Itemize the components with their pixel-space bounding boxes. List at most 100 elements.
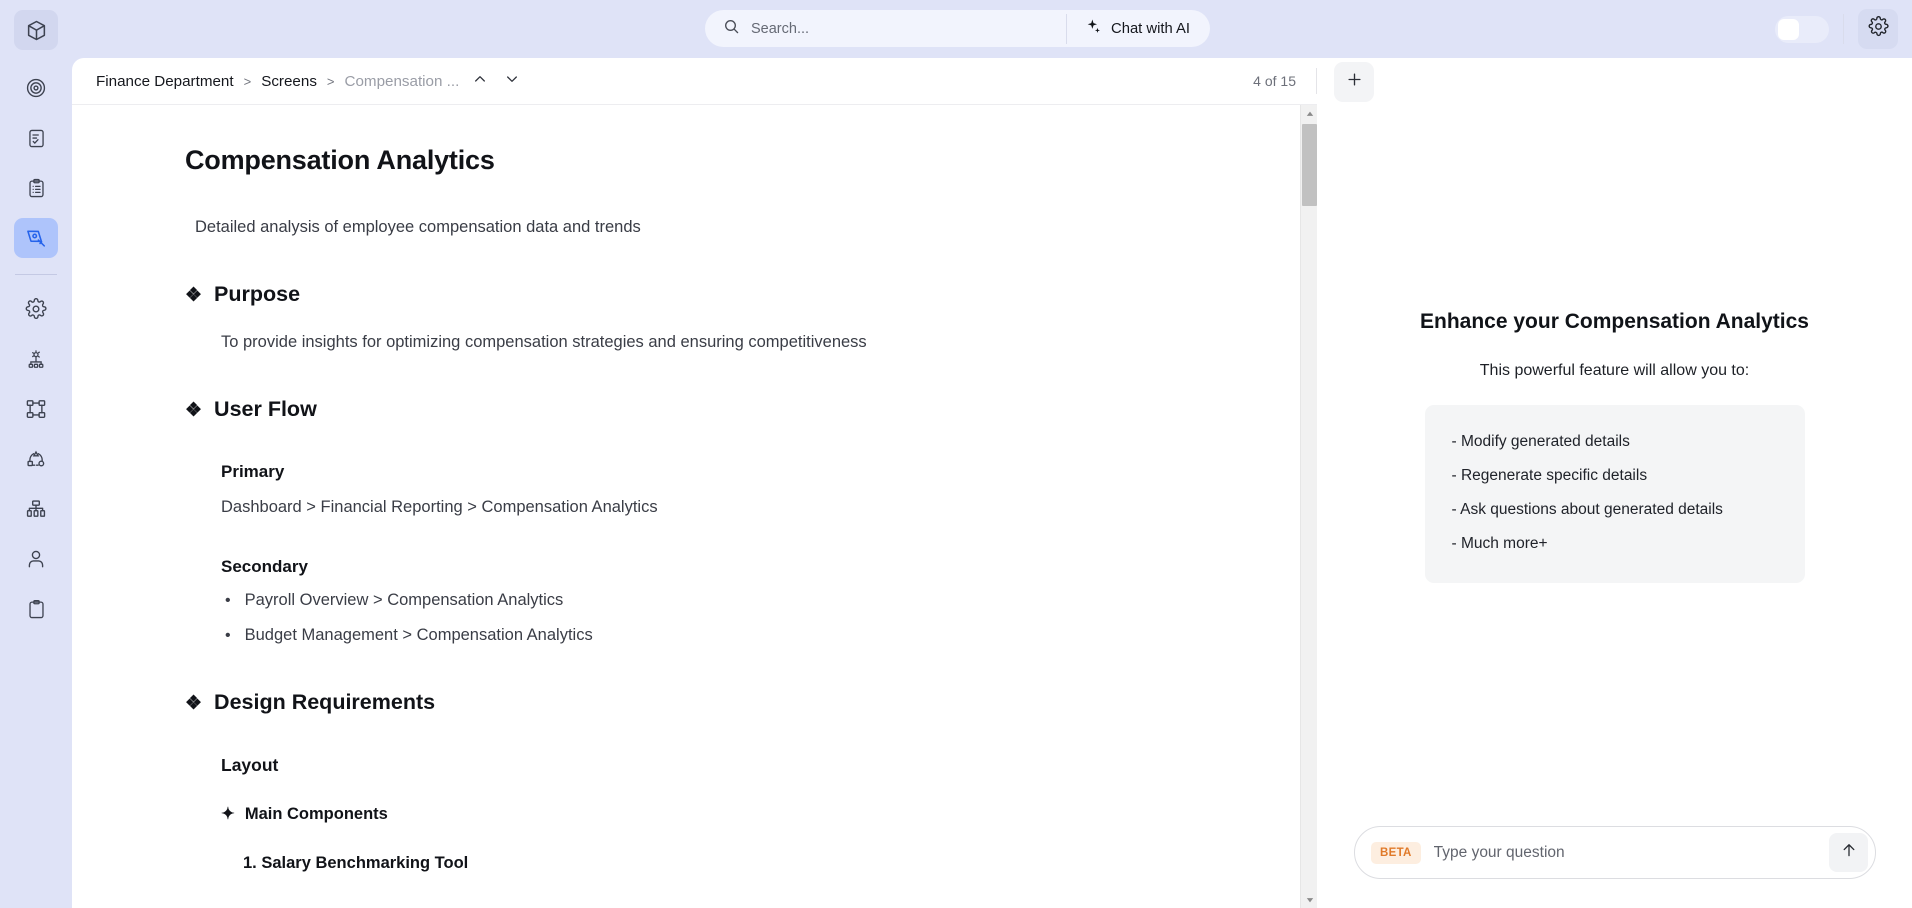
search-box[interactable] [705, 10, 1067, 47]
purpose-body: To provide insights for optimizing compe… [221, 333, 867, 351]
feature-item: - Regenerate specific details [1451, 467, 1648, 484]
sidebar-item-documents[interactable] [14, 118, 58, 158]
left-sidebar [0, 0, 72, 908]
design-main-components-label: Main Components [244, 805, 388, 824]
document-header-right: 4 of 15 [1253, 68, 1317, 94]
section-label: Design Requirements [214, 690, 436, 715]
settings-button[interactable] [1858, 9, 1898, 49]
sidebar-item-target[interactable] [14, 68, 58, 108]
bullet-dot-icon: • [225, 627, 231, 645]
page-subtitle: Detailed analysis of employee compensati… [195, 218, 641, 236]
scrollbar-up-button[interactable] [1301, 105, 1317, 122]
diamond-bullet-icon: ❖ [185, 285, 203, 306]
user-icon [25, 548, 47, 570]
page-counter: 4 of 15 [1253, 73, 1296, 89]
search-icon [723, 18, 740, 40]
feature-item: - Much more+ [1451, 535, 1548, 552]
chat-with-ai-button[interactable]: Chat with AI [1067, 10, 1210, 47]
topbar-right-controls [1775, 0, 1898, 58]
list-item: • Payroll Overview > Compensation Analyt… [225, 591, 1240, 610]
design-component-1: 1. Salary Benchmarking Tool [243, 854, 469, 873]
document-header: Finance Department > Screens > Compensat… [72, 58, 1317, 105]
sidebar-item-journey[interactable] [14, 439, 58, 479]
list-item-label: Payroll Overview > Compensation Analytic… [244, 591, 564, 609]
bullet-dot-icon: • [225, 592, 231, 609]
feature-item: - Modify generated details [1451, 433, 1630, 450]
section-label: Purpose [214, 282, 301, 306]
section-heading-user-flow: ❖ User Flow [185, 397, 1240, 422]
page-title: Compensation Analytics [185, 145, 495, 175]
sidebar-item-sitemap[interactable] [14, 489, 58, 529]
document-body: Compensation Analytics Detailed analysis… [72, 105, 1317, 908]
new-chat-button[interactable] [1334, 61, 1374, 102]
sidebar-divider [15, 274, 57, 275]
list-item-label: Budget Management > Compensation Analyti… [244, 626, 593, 645]
breadcrumb-separator: > [243, 73, 252, 89]
user-flow-primary-label: Primary [221, 462, 285, 481]
next-page-button[interactable] [501, 70, 523, 92]
search-cluster: Chat with AI [705, 10, 1210, 47]
scrollbar-thumb[interactable] [1302, 124, 1317, 206]
arrow-up-icon [1840, 841, 1858, 864]
sidebar-item-automation[interactable] [14, 339, 58, 379]
topbar-divider [1843, 14, 1844, 44]
gear-icon [1868, 16, 1889, 42]
ai-question-composer: BETA [1354, 826, 1876, 879]
theme-toggle[interactable] [1775, 15, 1829, 43]
logo-cube[interactable] [14, 10, 58, 50]
clipboard-list-icon [26, 178, 47, 199]
list-item: • Budget Management > Compensation Analy… [225, 626, 1240, 645]
breadcrumb-separator: > [326, 73, 335, 89]
theme-toggle-knob [1778, 18, 1799, 40]
workflow-gear-icon [25, 348, 47, 370]
status-badge: BETA [1371, 841, 1421, 864]
ai-panel-subheading: This powerful feature will allow you to: [1479, 362, 1750, 379]
chevron-down-icon [504, 71, 520, 91]
gear-icon [25, 298, 47, 320]
diamond-bullet-icon: ❖ [185, 400, 203, 421]
chevron-up-icon [472, 71, 488, 91]
breadcrumb: Finance Department > Screens > Compensat… [96, 70, 523, 92]
chat-with-ai-label: Chat with AI [1111, 20, 1190, 37]
sparkle-bullet-icon: ✦ [221, 805, 235, 824]
document-content: Compensation Analytics Detailed analysis… [72, 105, 1300, 873]
section-heading-design-requirements: ❖ Design Requirements [185, 690, 1240, 715]
sidebar-item-settings[interactable] [14, 289, 58, 329]
hierarchy-icon [25, 498, 47, 520]
design-layout-label: Layout [221, 755, 279, 776]
ai-assistant-panel: Enhance your Compensation Analytics This… [1317, 58, 1912, 908]
breadcrumb-item-2[interactable]: Compensation ... [345, 73, 460, 90]
user-flow-secondary-list: • Payroll Overview > Compensation Analyt… [225, 591, 1240, 645]
target-icon [25, 77, 47, 99]
design-main-components-heading: ✦ Main Components [221, 804, 1240, 824]
document-scrollbar[interactable] [1300, 105, 1317, 908]
sidebar-item-flows[interactable] [14, 389, 58, 429]
section-heading-purpose: ❖ Purpose [185, 282, 1240, 307]
clipboard-icon [26, 599, 47, 620]
breadcrumb-item-1[interactable]: Screens [261, 73, 317, 90]
user-flow-primary-path: Dashboard > Financial Reporting > Compen… [221, 498, 658, 516]
sidebar-item-design[interactable] [14, 218, 58, 258]
sidebar-item-reports[interactable] [14, 589, 58, 629]
send-button[interactable] [1829, 833, 1868, 872]
document-panel: Finance Department > Screens > Compensat… [72, 58, 1317, 908]
top-bar: Chat with AI [72, 0, 1912, 58]
breadcrumb-item-0[interactable]: Finance Department [96, 73, 234, 90]
diamond-bullet-icon: ❖ [185, 693, 203, 715]
shapes-arc-icon [25, 448, 47, 470]
ai-panel-content: Enhance your Compensation Analytics This… [1317, 105, 1912, 908]
sparkle-icon [1085, 18, 1102, 39]
scrollbar-down-button[interactable] [1301, 891, 1317, 908]
pen-tool-icon [25, 227, 47, 249]
sidebar-item-tasks[interactable] [14, 168, 58, 208]
search-input[interactable] [751, 20, 1067, 37]
prev-page-button[interactable] [469, 70, 491, 92]
document-check-icon [26, 128, 47, 149]
sidebar-item-profile[interactable] [14, 539, 58, 579]
section-label: User Flow [214, 397, 317, 421]
question-input[interactable] [1433, 843, 1829, 862]
ai-panel-header [1317, 58, 1912, 105]
nodes-icon [25, 398, 47, 420]
ai-panel-heading: Enhance your Compensation Analytics [1420, 310, 1809, 333]
user-flow-secondary-label: Secondary [221, 557, 308, 576]
